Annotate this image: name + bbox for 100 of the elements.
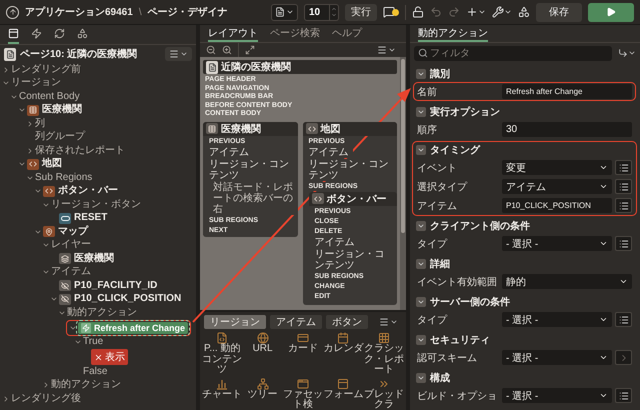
text-field[interactable]: P10_CLICK_POSITION [502,198,612,213]
list-button[interactable] [615,312,632,327]
palette-item-label[interactable]: ブレッドクラ [364,390,404,410]
breadcrumb-link[interactable]: アプリケーション69461 [25,5,133,19]
code-file-icon[interactable] [216,332,228,344]
palette-item-label[interactable]: チャート [202,390,242,400]
tree-item-label[interactable]: アイテム [51,266,91,278]
play-icon[interactable] [606,7,616,17]
scrollbar[interactable] [400,57,406,310]
select-field[interactable]: 静的 [502,274,632,289]
caret-icon[interactable] [599,353,608,362]
run-page-button[interactable] [588,2,634,22]
run-button[interactable]: 実行 [345,4,377,20]
tree-item-label[interactable]: Content Body [19,90,80,103]
globe-icon[interactable] [256,332,269,344]
palette-item-label[interactable]: P... 動的コンテンツ [202,344,242,376]
filter-field[interactable]: フィルタ [414,46,612,60]
palette-item-label[interactable]: ファセット検 [282,390,324,410]
tab[interactable]: アイテム [270,315,322,329]
tab[interactable]: レイアウト [208,25,258,42]
tree-item-label[interactable]: Sub Regions [35,172,92,184]
list-button[interactable] [615,236,632,251]
tab[interactable]: ヘルプ [332,25,362,42]
caret-icon[interactable] [180,50,188,58]
palette-item-label[interactable]: ツリー [242,390,283,400]
select-field[interactable]: - 選択 - [502,350,612,365]
window-icon[interactable] [296,378,309,390]
grid-icon[interactable] [378,332,390,344]
shapes-icon[interactable] [518,6,530,18]
palette-item-label[interactable]: フォーム [323,390,364,400]
page-type-button[interactable] [271,4,298,20]
dynamic-action-badge[interactable]: Refresh after Change [78,322,188,334]
palette-item-label[interactable]: カレンダ [323,344,364,354]
caret-icon[interactable] [390,318,398,326]
tree-item-label[interactable]: P10_FACILITY_ID [74,280,158,292]
tab[interactable]: ボタン [326,315,368,329]
tree-item-label[interactable]: RESET [74,212,108,224]
tab[interactable]: ページ検索 [270,25,320,42]
tree-item-label[interactable]: P10_CLICK_POSITION [74,293,182,306]
tree-item-label[interactable]: 列 [35,118,45,130]
tree-item-label[interactable]: リージョン [11,77,61,90]
calendar-icon[interactable] [337,332,350,344]
menu-icon[interactable] [379,317,389,327]
tree-item-label[interactable]: リージョン・ボタン [51,198,141,211]
caret-icon[interactable] [619,277,628,286]
search-icon[interactable] [418,48,428,58]
unlock-icon[interactable] [412,6,424,18]
tree-item-label[interactable]: ボタン・バー [58,185,118,198]
zoom-in-icon[interactable] [222,45,232,55]
zoom-out-icon[interactable] [206,45,216,55]
card-icon[interactable] [296,332,309,344]
palette-item-label[interactable]: カード [282,344,324,354]
list-button[interactable] [615,198,632,213]
tree-item-label[interactable]: レンダリング前 [11,64,81,76]
palette-item-label[interactable]: クラシック・レポート [364,344,404,376]
tree-item-label[interactable]: 医療機関 [42,104,82,116]
tab[interactable]: 動的アクション [418,25,488,42]
tree-item-label[interactable]: 保存されたレポート [35,144,125,157]
save-button[interactable]: 保存 [536,2,582,22]
tree-item-label[interactable]: マップ [58,226,88,238]
tree-item-label[interactable]: レイヤー [51,239,91,252]
list-button[interactable] [615,388,632,403]
menu-icon[interactable] [169,49,179,59]
select-field[interactable]: アイテム [502,179,612,194]
menu-button[interactable] [165,47,192,61]
tree-item-label[interactable]: 動的アクション [67,306,137,319]
tree-item-label[interactable]: 列グループ [35,131,85,144]
add-menu-icon[interactable] [466,6,486,18]
select-field[interactable]: 変更 [502,160,612,175]
caret-icon[interactable] [599,239,608,248]
text-field[interactable]: Refresh after Change [502,84,632,99]
tab[interactable]: リージョン [204,315,266,329]
page-number-field[interactable]: 10 [304,4,330,20]
caret-icon[interactable] [286,8,294,16]
caret-icon[interactable] [388,46,396,54]
palette-item-label[interactable]: URL [242,344,283,354]
menu-icon[interactable] [377,45,387,55]
tree-item-label[interactable]: 医療機関 [74,252,114,265]
tree-item-label[interactable]: レンダリング後 [11,392,81,405]
caret-icon[interactable] [599,182,608,191]
caret-icon[interactable] [599,391,608,400]
wrench-icon[interactable] [492,6,512,18]
select-field[interactable]: - 選択 - [502,388,612,403]
expand-icon[interactable] [245,45,255,55]
list-button[interactable] [615,160,632,175]
tree-item-label[interactable]: True [83,336,104,348]
tree-item-label[interactable]: 地図 [42,158,62,170]
form-icon[interactable] [337,378,350,390]
page-icon[interactable] [275,7,285,17]
comment-icon[interactable] [383,6,395,18]
spinner-icon[interactable] [330,4,339,20]
select-field[interactable]: - 選択 - [502,236,612,251]
select-field[interactable]: - 選択 - [502,312,612,327]
caret-icon[interactable] [599,163,608,172]
go-to-group-icon[interactable] [618,48,636,58]
list-button[interactable] [615,179,632,194]
text-field[interactable]: 30 [502,122,632,137]
caret-icon[interactable] [599,315,608,324]
tree-icon[interactable] [256,378,269,390]
bar-chart-icon[interactable] [216,378,228,390]
